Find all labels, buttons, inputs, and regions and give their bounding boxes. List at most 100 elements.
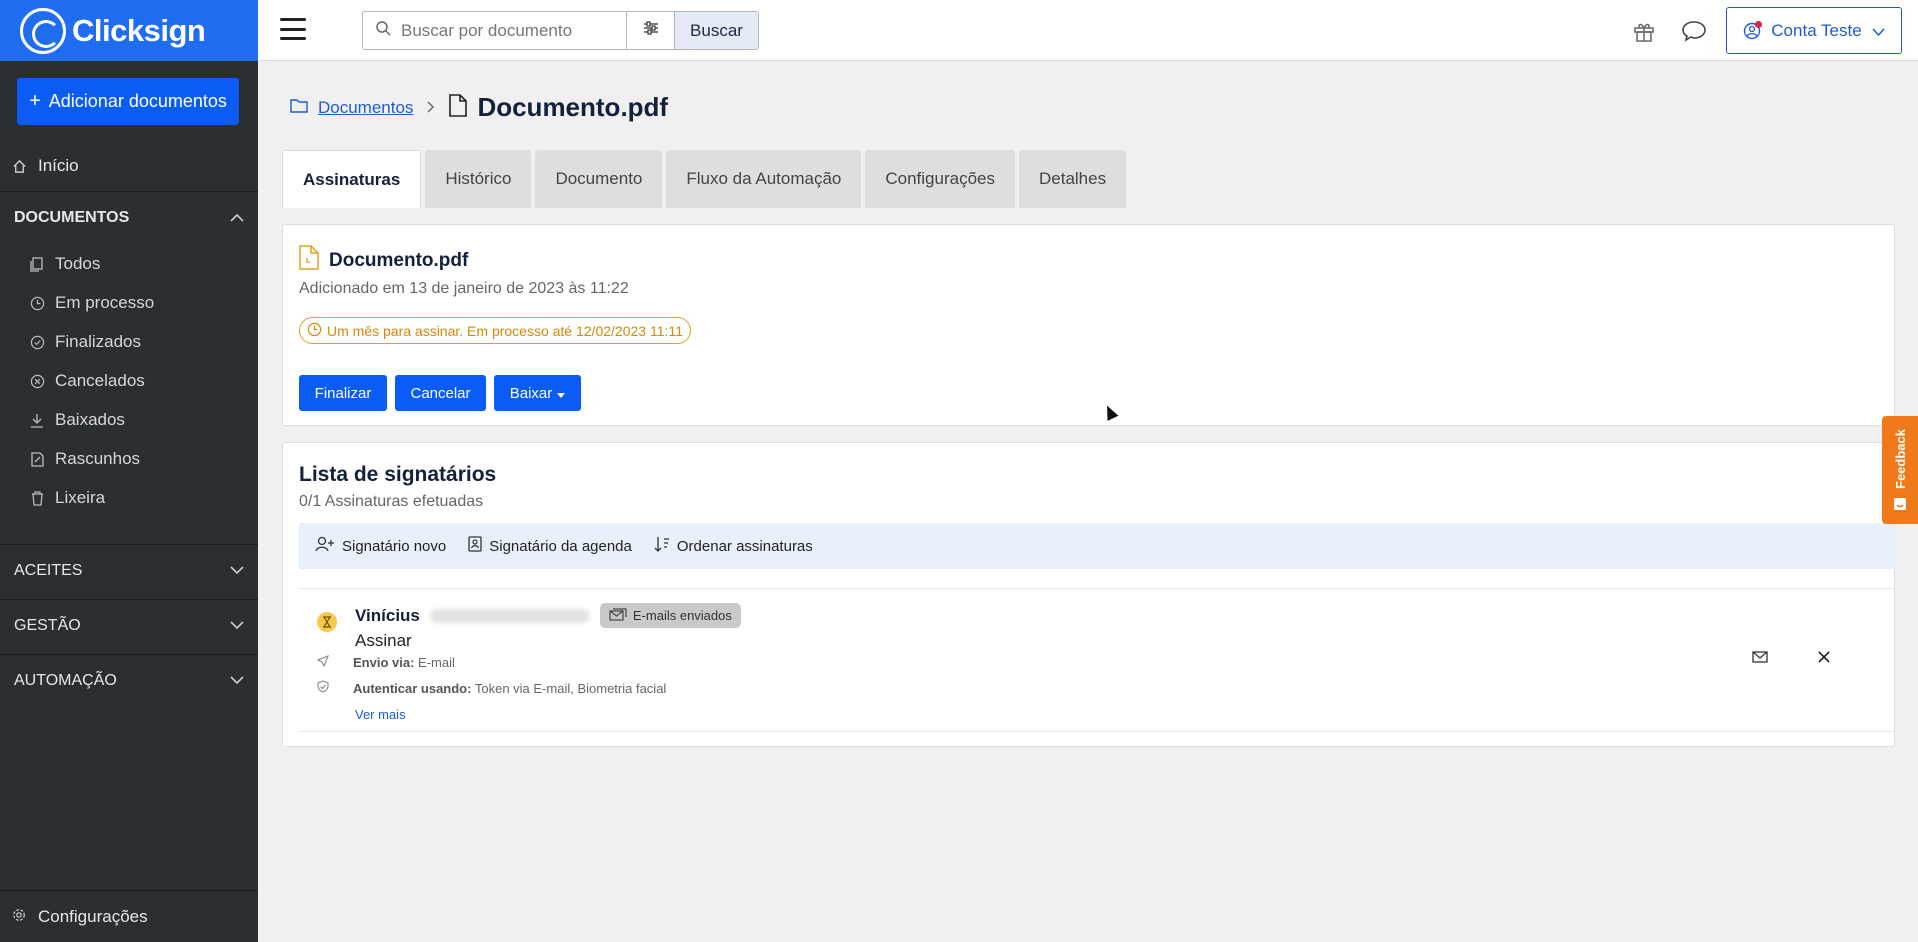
tab-detalhes[interactable]: Detalhes bbox=[1019, 150, 1127, 208]
sidebar-settings[interactable]: Configurações bbox=[0, 890, 258, 942]
auth-text: Autenticar usando: Token via E-mail, Bio… bbox=[353, 681, 666, 696]
breadcrumb: Documentos Documento.pdf bbox=[290, 92, 668, 123]
agenda-signer-button[interactable]: Signatário da agenda bbox=[468, 536, 632, 556]
gift-icon[interactable] bbox=[1630, 17, 1658, 45]
clock-icon bbox=[307, 322, 322, 340]
new-signer-button[interactable]: Signatário novo bbox=[315, 536, 446, 556]
auth-label: Autenticar usando: bbox=[353, 680, 472, 696]
search-placeholder: Buscar por documento bbox=[401, 20, 573, 40]
chevron-down-icon bbox=[1872, 21, 1885, 41]
auth-value: Token via E-mail, Biometria facial bbox=[474, 680, 667, 696]
section-label: DOCUMENTOS bbox=[14, 208, 130, 226]
deadline-badge: Um mês para assinar. Em processo até 12/… bbox=[299, 317, 691, 344]
signer-action: Assinar bbox=[355, 631, 412, 650]
section-label: AUTOMAÇÃO bbox=[14, 671, 117, 689]
sidebar-item-label: Em processo bbox=[55, 293, 155, 312]
deadline-text: Um mês para assinar. Em processo até 12/… bbox=[327, 322, 683, 339]
finalize-button[interactable]: Finalizar bbox=[299, 375, 387, 411]
chevron-down-icon bbox=[230, 617, 244, 635]
trash-icon bbox=[29, 490, 45, 506]
search-icon bbox=[375, 20, 391, 41]
feedback-smile-icon bbox=[1894, 497, 1906, 510]
draft-icon bbox=[29, 451, 45, 467]
search-box: Buscar por documento Buscar bbox=[362, 11, 759, 50]
shield-check-icon bbox=[317, 680, 329, 696]
section-label: ACEITES bbox=[14, 561, 83, 579]
plus-icon: + bbox=[29, 90, 41, 112]
tab-fluxo-automacao[interactable]: Fluxo da Automação bbox=[666, 150, 862, 208]
x-circle-icon bbox=[29, 373, 45, 389]
tab-configuracoes[interactable]: Configurações bbox=[865, 150, 1015, 208]
send-via-text: Envio via: E-mail bbox=[353, 655, 455, 670]
brand-name: Clicksign bbox=[72, 12, 206, 48]
tab-historico[interactable]: Histórico bbox=[425, 150, 532, 208]
signer-first-name: Vinícius bbox=[355, 605, 420, 625]
download-icon bbox=[29, 412, 45, 428]
page-title: Documento.pdf bbox=[477, 92, 669, 122]
settings-label: Configurações bbox=[38, 906, 148, 926]
user-plus-icon bbox=[315, 536, 335, 556]
hourglass-icon bbox=[317, 612, 337, 632]
signers-toolbar: Signatário novo Signatário da agenda Ord… bbox=[299, 523, 1898, 569]
sidebar-section-automacao[interactable]: AUTOMAÇÃO bbox=[0, 654, 258, 706]
resend-email-icon[interactable] bbox=[1750, 647, 1770, 667]
sidebar-item-home[interactable]: Início bbox=[0, 154, 258, 178]
search-button[interactable]: Buscar bbox=[674, 12, 758, 49]
clock-icon bbox=[29, 295, 45, 311]
signer-name: Vinícius E-mails enviados bbox=[355, 603, 741, 628]
account-menu-button[interactable]: Conta Teste bbox=[1726, 7, 1902, 54]
send-via-value: E-mail bbox=[418, 655, 455, 670]
tab-bar: Assinaturas Histórico Documento Fluxo da… bbox=[282, 150, 1127, 208]
feedback-label: Feedback bbox=[1892, 429, 1908, 489]
document-added-date: Adicionado em 13 de janeiro de 2023 às 1… bbox=[299, 280, 629, 297]
add-documents-button[interactable]: + Adicionar documentos bbox=[17, 78, 239, 125]
sidebar-section-gestao[interactable]: GESTÃO bbox=[0, 599, 258, 651]
add-documents-label: Adicionar documentos bbox=[48, 91, 227, 111]
search-input[interactable]: Buscar por documento bbox=[363, 12, 626, 49]
user-avatar-icon bbox=[1743, 20, 1763, 40]
folder-icon bbox=[290, 98, 308, 118]
new-signer-label: Signatário novo bbox=[342, 537, 447, 555]
see-more-link[interactable]: Ver mais bbox=[355, 707, 406, 722]
filter-button[interactable] bbox=[626, 12, 674, 49]
order-signatures-label: Ordenar assinaturas bbox=[676, 537, 813, 555]
top-bar: Buscar por documento Buscar Conta Teste bbox=[258, 0, 1918, 61]
account-label: Conta Teste bbox=[1771, 20, 1862, 40]
envelopes-icon bbox=[609, 607, 627, 624]
remove-signer-icon[interactable] bbox=[1814, 647, 1834, 667]
pending-document-icon bbox=[299, 245, 319, 276]
feedback-tab[interactable]: Feedback bbox=[1882, 416, 1918, 524]
tab-documento[interactable]: Documento bbox=[535, 150, 663, 208]
sidebar-section-documents[interactable]: DOCUMENTOS bbox=[0, 191, 258, 243]
sidebar-item-label: Baixados bbox=[55, 410, 125, 429]
sidebar-item-finalizados[interactable]: Finalizados bbox=[29, 332, 141, 352]
sidebar-item-rascunhos[interactable]: Rascunhos bbox=[29, 449, 140, 469]
brand-logo[interactable]: Clicksign bbox=[0, 0, 258, 61]
send-icon bbox=[316, 655, 329, 670]
check-circle-icon bbox=[29, 334, 45, 350]
order-signatures-button[interactable]: Ordenar assinaturas bbox=[654, 536, 813, 556]
sidebar-item-todos[interactable]: Todos bbox=[29, 254, 100, 274]
sidebar-item-em-processo[interactable]: Em processo bbox=[29, 293, 154, 313]
sidebar-item-lixeira[interactable]: Lixeira bbox=[29, 488, 105, 508]
sidebar-item-baixados[interactable]: Baixados bbox=[29, 410, 125, 430]
sidebar-section-aceites[interactable]: ACEITES bbox=[0, 544, 258, 596]
cancel-button[interactable]: Cancelar bbox=[395, 375, 486, 411]
document-title: Documento.pdf bbox=[299, 245, 468, 276]
menu-icon[interactable] bbox=[280, 18, 306, 40]
home-icon bbox=[10, 157, 28, 175]
sidebar-item-cancelados[interactable]: Cancelados bbox=[29, 371, 145, 391]
chevron-right-icon bbox=[427, 98, 435, 118]
signer-surname-redacted bbox=[429, 608, 590, 623]
file-icon bbox=[449, 93, 468, 122]
download-label: Baixar bbox=[509, 384, 553, 402]
download-dropdown-button[interactable]: Baixar bbox=[494, 375, 581, 411]
chevron-up-icon bbox=[230, 209, 244, 227]
auth-info: Autenticar usando: Token via E-mail, Bio… bbox=[317, 680, 666, 696]
tab-assinaturas[interactable]: Assinaturas bbox=[282, 150, 422, 208]
chat-icon[interactable] bbox=[1680, 17, 1708, 45]
send-via-label: Envio via: bbox=[353, 655, 415, 670]
chevron-down-icon bbox=[230, 672, 244, 690]
sidebar-item-label: Lixeira bbox=[55, 488, 106, 507]
breadcrumb-documents-link[interactable]: Documentos bbox=[318, 98, 413, 118]
